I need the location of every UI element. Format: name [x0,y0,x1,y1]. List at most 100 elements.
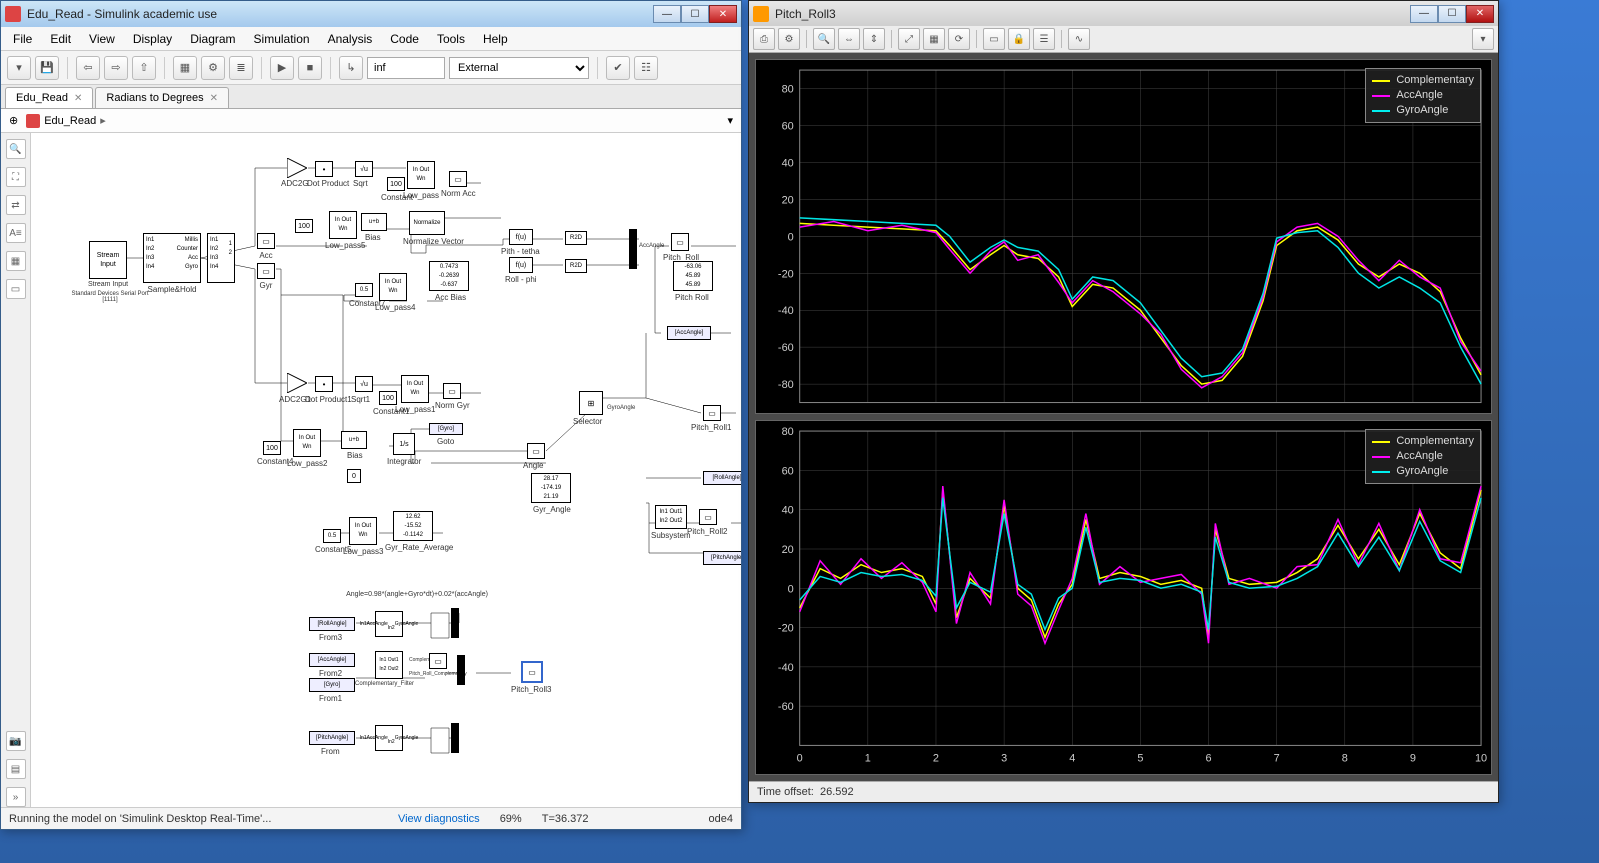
step-button[interactable]: ↳ [339,56,363,80]
block-const1[interactable]: 100 [379,391,397,405]
new-model-button[interactable]: ▾ [7,56,31,80]
block-mux2[interactable] [457,655,465,685]
library-browser-button[interactable]: ▦ [173,56,197,80]
stop-time-input[interactable] [367,57,445,79]
expand-icon[interactable]: » [6,787,26,807]
tab-edu-read[interactable]: Edu_Read✕ [5,87,93,108]
run-button[interactable]: ▶ [270,56,294,80]
model-explorer-button[interactable]: ≣ [229,56,253,80]
tab-close-icon[interactable]: ✕ [74,93,82,104]
block-samplehold[interactable]: In1In2In3In4 MillisCounterAccGyro [143,233,201,283]
signal-select-icon[interactable]: ☰ [1033,28,1055,50]
zoom-x-icon[interactable]: ⇔ [838,28,860,50]
restore-icon[interactable]: ⟳ [948,28,970,50]
block-mux1[interactable] [451,608,459,638]
lock-icon[interactable]: 🔒 [1008,28,1030,50]
dropdown-icon[interactable]: ▾ [1472,28,1494,50]
scope-plot-1[interactable]: -80-60-40-20020406080 Complementary AccA… [755,59,1492,414]
build-button[interactable]: ✔ [606,56,630,80]
menu-simulation[interactable]: Simulation [246,29,318,49]
block-gyrrate-disp[interactable]: 12.62-15.52-0.1142 [393,511,433,541]
block-mux-accangle[interactable] [629,229,637,269]
tab-close-icon[interactable]: ✕ [210,93,218,104]
menu-view[interactable]: View [81,29,123,49]
menu-help[interactable]: Help [475,29,516,49]
block-scope-acc[interactable]: ▭ [257,233,275,249]
block-lowpass2[interactable]: In OutWn [293,429,321,457]
model-config-button[interactable]: ⚙ [201,56,225,80]
block-bias1[interactable]: u+b [341,431,367,449]
block-pitchteta[interactable]: f(u) [509,229,533,245]
close-button[interactable]: ✕ [709,5,737,23]
float-icon[interactable]: ▭ [983,28,1005,50]
block-integrator[interactable]: 1/s [393,433,415,455]
block-goto-pitchangle[interactable]: [PitchAngle] [703,551,741,565]
menu-analysis[interactable]: Analysis [320,29,381,49]
block-goto-rollangle[interactable]: [RollAngle] [703,471,741,485]
block-from-roll[interactable]: [RollAngle] [309,617,355,631]
highlight-icon[interactable]: ∿ [1068,28,1090,50]
minimize-button[interactable]: — [1410,5,1438,23]
zoom-tool-icon[interactable]: 🔍 [6,139,26,159]
block-gyrangle-disp[interactable]: 28.17-174.1921.19 [531,473,571,503]
area-tool-icon[interactable]: ▭ [6,279,26,299]
close-button[interactable]: ✕ [1466,5,1494,23]
block-dotprod1[interactable]: • [315,376,333,392]
zoom-y-icon[interactable]: ⇕ [863,28,885,50]
nav-hide-button[interactable]: ⊕ [9,114,18,127]
block-adc2g1[interactable] [287,373,307,393]
forward-button[interactable]: ⇨ [104,56,128,80]
menu-code[interactable]: Code [382,29,427,49]
block-normalize[interactable]: Normalize [409,211,445,235]
back-button[interactable]: ⇦ [76,56,100,80]
block-normgyr[interactable]: ▭ [443,383,461,399]
block-const[interactable]: 100 [387,177,405,191]
block-goto-gyro[interactable]: [Gyro] [429,423,463,435]
image-tool-icon[interactable]: ▦ [6,251,26,271]
autoscale-icon[interactable]: ⤢ [898,28,920,50]
deploy-button[interactable]: ☷ [634,56,658,80]
block-scope-gyr[interactable]: ▭ [257,263,275,279]
block-r2d1[interactable]: R2D [565,231,587,245]
simulation-mode-select[interactable]: External [449,57,589,79]
view-diagnostics-link[interactable]: View diagnostics [398,813,480,825]
menu-tools[interactable]: Tools [429,29,473,49]
block-scope-pitchroll2[interactable]: ▭ [699,509,717,525]
block-demux[interactable]: In1In2In3In4 12 [207,233,235,283]
block-scope-prcomp[interactable]: ▭ [429,653,447,669]
menu-edit[interactable]: Edit [42,29,79,49]
simulink-titlebar[interactable]: Edu_Read - Simulink academic use — ☐ ✕ [1,1,741,27]
block-rollphi[interactable]: f(u) [509,257,533,273]
block-goto-accangle[interactable]: [AccAngle] [667,326,711,340]
block-mux-sub1[interactable]: In1 AccAngleIn2 GyroAngle [375,611,403,637]
block-scope-pitchroll[interactable]: ▭ [671,233,689,251]
block-scope-angle[interactable]: ▭ [527,443,545,459]
model-canvas[interactable]: Stream Input Stream Input Standard Devic… [31,133,741,807]
save-config-icon[interactable]: ▦ [923,28,945,50]
fit-tool-icon[interactable]: ⛶ [6,167,26,187]
parameters-icon[interactable]: ⚙ [778,28,800,50]
block-sqrt[interactable]: √u [355,161,373,177]
print-icon[interactable]: ⎙ [753,28,775,50]
menu-file[interactable]: File [5,29,40,49]
zoom-icon[interactable]: 🔍 [813,28,835,50]
block-subsystem[interactable]: In1 Out1In2 Out2 [655,505,687,529]
block-lowpass5[interactable]: In OutWn [329,211,357,239]
minimize-button[interactable]: — [653,5,681,23]
up-button[interactable]: ⇧ [132,56,156,80]
block-const4[interactable]: 100 [263,441,281,455]
record-icon[interactable]: ▤ [6,759,26,779]
block-mux-sub2[interactable]: In1 AccAngleIn2 GyroAngle [375,725,403,751]
menu-diagram[interactable]: Diagram [182,29,243,49]
menu-display[interactable]: Display [125,29,180,49]
block-selector[interactable]: ⊞ [579,391,603,415]
block-accbias-disp[interactable]: 0.7473-0.2639-0.637 [429,261,469,291]
block-mux3[interactable] [451,723,459,753]
save-button[interactable]: 💾 [35,56,59,80]
block-compfilter[interactable]: In1 Out1In2 Out2 [375,651,403,679]
block-bias[interactable]: u+b [361,213,387,231]
block-adc2g[interactable] [287,158,307,178]
block-ic[interactable]: 0 [347,469,361,483]
block-const100b[interactable]: 100 [295,219,313,233]
block-sqrt1[interactable]: √u [355,376,373,392]
